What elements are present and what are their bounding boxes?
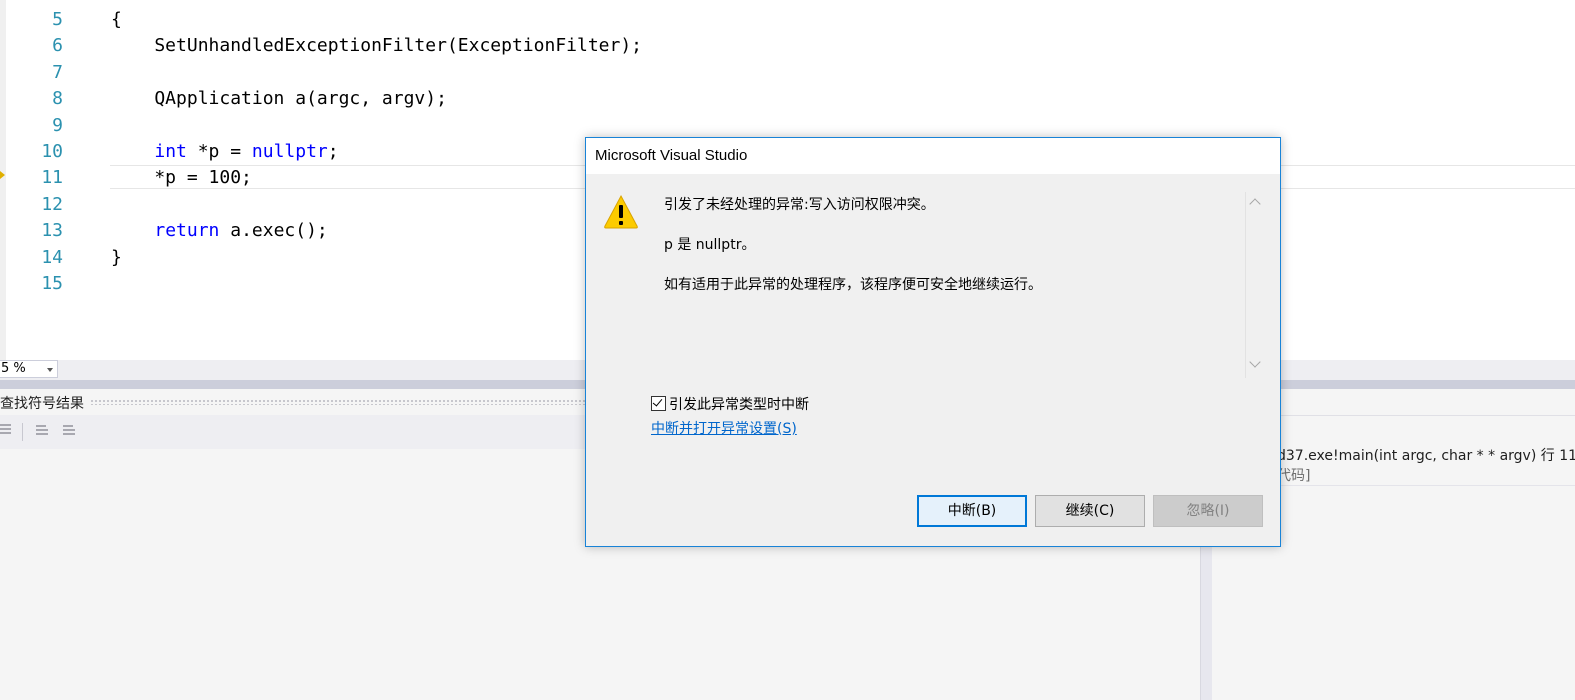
code-text[interactable]: *p = 100; — [111, 165, 252, 191]
scroll-up-icon[interactable] — [1249, 198, 1261, 210]
chevron-down-icon[interactable] — [47, 368, 53, 372]
exception-dialog: Microsoft Visual Studio 引发了未经处理的异常:写入访问权… — [585, 137, 1281, 547]
line-number: 14 — [41, 246, 63, 268]
find-symbol-results-title[interactable]: 查找符号结果 — [0, 393, 84, 413]
code-text[interactable]: } — [111, 245, 122, 271]
checkbox-label: 引发此异常类型时中断 — [669, 397, 809, 413]
line-number: 5 — [52, 9, 63, 30]
continue-button[interactable]: 继续(C) — [1035, 495, 1145, 527]
scroll-down-icon[interactable] — [1249, 356, 1261, 368]
code-text[interactable]: SetUnhandledExceptionFilter(ExceptionFil… — [111, 33, 642, 59]
code-token: SetUnhandledExceptionFilter(ExceptionFil… — [111, 35, 643, 57]
warning-icon — [604, 194, 638, 229]
previous-result-icon[interactable] — [33, 423, 49, 437]
code-token: { — [111, 9, 122, 30]
code-keyword: int — [154, 141, 187, 162]
list-view-icon[interactable] — [0, 423, 12, 437]
code-token: QApplication a(argc, argv); — [111, 88, 447, 110]
code-token: *p = — [186, 141, 252, 162]
line-number: 7 — [52, 61, 63, 83]
code-keyword: return — [154, 220, 220, 242]
dialog-title: Microsoft Visual Studio — [595, 147, 748, 164]
call-stack-frame-main[interactable]: d37.exe!main(int argc, char * * argv) 行 … — [1277, 445, 1575, 465]
code-text[interactable]: int *p = nullptr; — [111, 139, 339, 165]
exception-hint-line: 如有适用于此异常的处理程序，该程序便可安全地继续运行。 — [664, 277, 1042, 293]
line-number: 9 — [52, 114, 63, 136]
break-on-exception-checkbox[interactable]: 引发此异常类型时中断 — [651, 394, 809, 414]
line-number: 15 — [41, 273, 63, 294]
line-number: 11 — [41, 167, 63, 189]
line-number: 10 — [41, 141, 63, 162]
call-stack-frame-external[interactable]: 代码] — [1277, 465, 1310, 485]
code-token: a.exec(); — [219, 220, 328, 242]
zoom-combobox[interactable]: 5 % — [0, 360, 58, 378]
code-token: } — [111, 246, 122, 268]
line-number: 8 — [52, 88, 63, 110]
zoom-value: 5 % — [1, 361, 26, 376]
message-scrollbar[interactable] — [1245, 192, 1264, 378]
exception-detail-line: p 是 nullptr。 — [664, 237, 756, 253]
code-token: *p = 100; — [111, 167, 252, 189]
open-exception-settings-link[interactable]: 中断并打开异常设置(S) — [651, 418, 797, 438]
line-number: 13 — [41, 220, 63, 242]
toolbar-separator — [22, 423, 23, 441]
dialog-titlebar[interactable]: Microsoft Visual Studio — [586, 138, 1280, 174]
code-keyword: nullptr — [251, 141, 328, 162]
checkbox-checked-icon[interactable] — [651, 396, 666, 411]
break-button[interactable]: 中断(B) — [917, 495, 1027, 527]
exception-message-line: 引发了未经处理的异常:写入访问权限冲突。 — [664, 197, 935, 213]
code-text[interactable]: return a.exec(); — [111, 218, 328, 244]
line-number: 12 — [41, 193, 63, 215]
code-text[interactable]: QApplication a(argc, argv); — [111, 86, 447, 112]
line-number: 6 — [52, 35, 63, 57]
ignore-button[interactable]: 忽略(I) — [1153, 495, 1263, 527]
code-token: ; — [327, 141, 339, 162]
next-result-icon[interactable] — [60, 423, 76, 437]
code-text[interactable]: { — [111, 7, 122, 33]
